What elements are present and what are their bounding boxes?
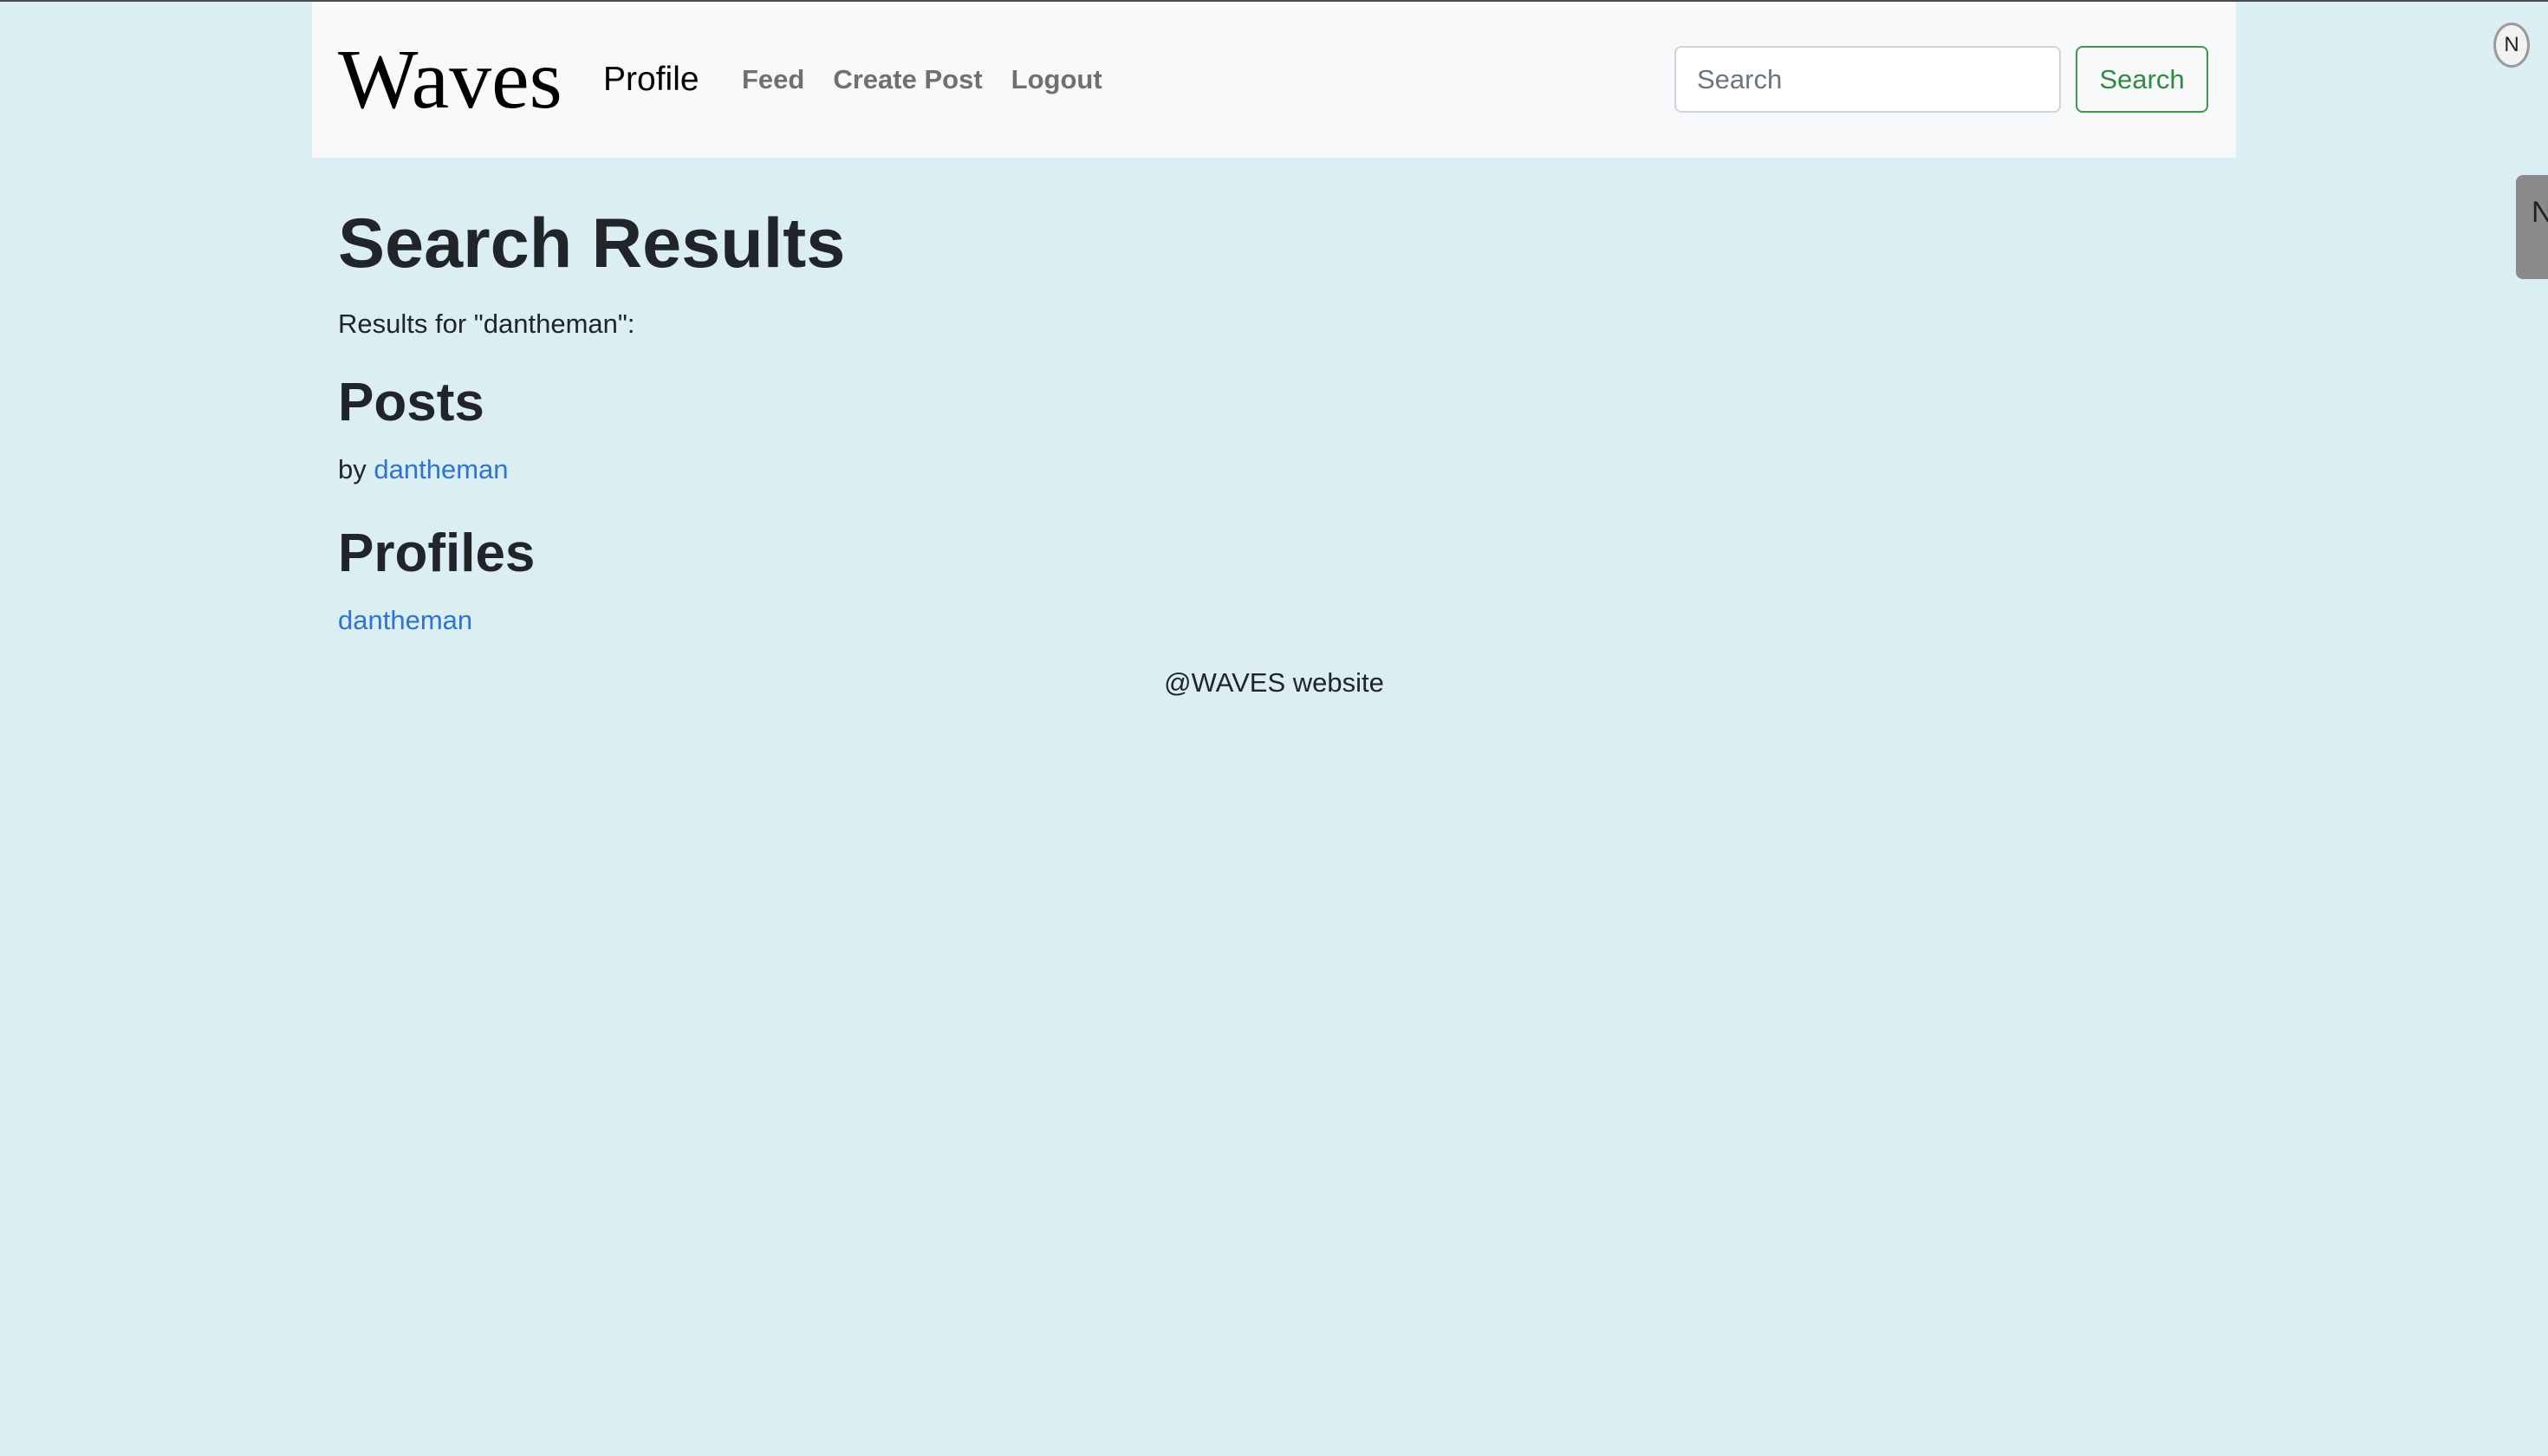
nav-profile-link[interactable]: Profile [603, 54, 699, 106]
post-result: by dantheman [338, 449, 2210, 491]
footer-text: @WAVES website [1164, 667, 1384, 698]
nav-link-logout[interactable]: Logout [1011, 55, 1102, 104]
post-author-link[interactable]: dantheman [374, 454, 508, 484]
side-panel-tab-label: N [2532, 196, 2548, 229]
extension-avatar-badge[interactable]: N [2493, 23, 2530, 68]
main-content: Search Results Results for "dantheman": … [338, 196, 2210, 641]
results-for-text: Results for "dantheman": [338, 309, 635, 339]
post-by-label: by [338, 454, 367, 484]
search-form: Search [1674, 46, 2208, 113]
search-input[interactable] [1674, 46, 2061, 113]
profiles-heading: Profiles [338, 523, 536, 583]
profile-result-link[interactable]: dantheman [338, 605, 472, 635]
posts-heading: Posts [338, 373, 484, 432]
search-button[interactable]: Search [2076, 46, 2208, 113]
nav-link-feed[interactable]: Feed [742, 55, 804, 104]
top-navbar: Waves Profile Feed Create Post Logout Se… [312, 2, 2236, 158]
footer: @WAVES website [312, 662, 2236, 704]
brand-logo[interactable]: Waves [338, 28, 562, 132]
nav-links: Feed Create Post Logout [742, 55, 1102, 104]
side-panel-tab[interactable]: N [2516, 175, 2548, 279]
page-title: Search Results [338, 205, 846, 283]
profile-result: dantheman [338, 600, 2210, 641]
nav-link-create-post[interactable]: Create Post [833, 55, 982, 104]
